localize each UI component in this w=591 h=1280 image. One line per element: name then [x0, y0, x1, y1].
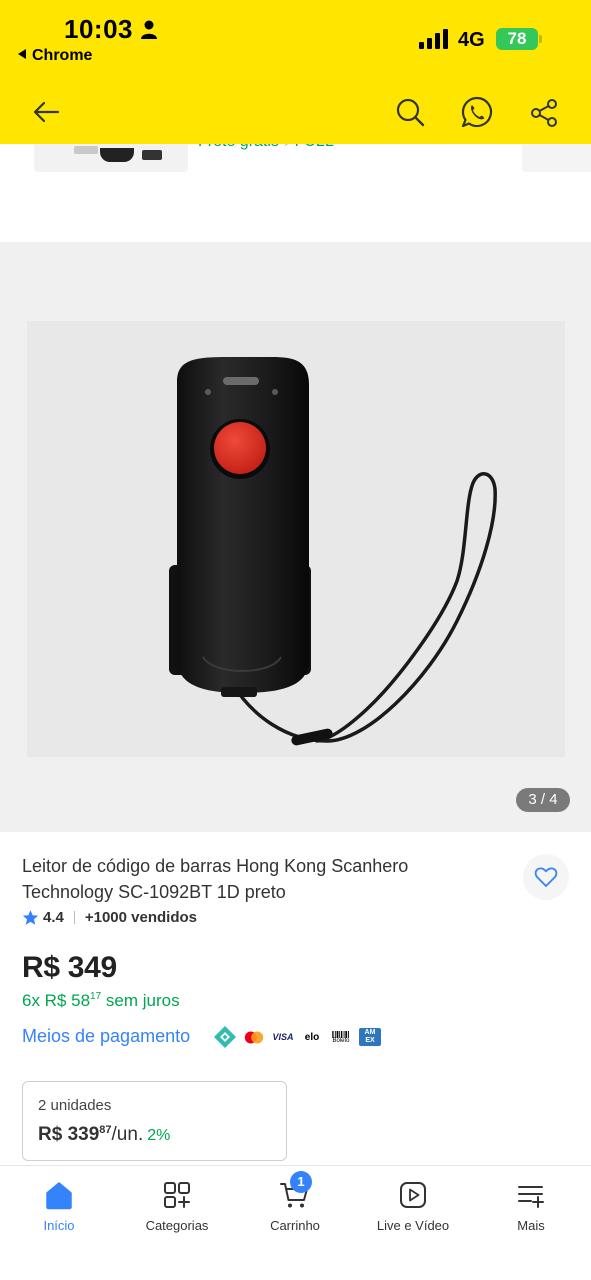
nav-label-categorias: Categorias — [145, 1218, 209, 1233]
boleto-icon: Boleto — [328, 1024, 354, 1050]
elo-label: elo — [304, 1031, 320, 1043]
installments-prefix: 6x R$ 58 — [22, 991, 91, 1010]
installments-suffix: sem juros — [105, 991, 180, 1010]
person-icon — [141, 20, 157, 39]
elo-icon: elo — [299, 1024, 325, 1050]
nav-label-live-video: Live e Vídeo — [376, 1218, 450, 1233]
nav-item-inicio[interactable]: Início — [0, 1166, 118, 1256]
units-price-main: R$ 339 — [38, 1124, 100, 1145]
back-arrow-icon[interactable] — [30, 96, 62, 128]
product-page: 10:03 Chrome 4G 78 3 / 4 Leitor de códig… — [0, 0, 591, 1280]
back-to-app-link[interactable]: Chrome — [18, 47, 92, 65]
nav-label-inicio: Início — [43, 1218, 75, 1233]
top-header: 10:03 Chrome 4G 78 — [0, 0, 591, 144]
image-gallery[interactable]: 3 / 4 — [0, 242, 591, 832]
payment-icons: VISA elo Boleto AM EX — [212, 1024, 386, 1050]
payment-methods-link[interactable]: Meios de pagamento — [22, 1026, 190, 1047]
share-icon[interactable] — [528, 97, 560, 129]
nav-item-categorias[interactable]: Categorias — [118, 1166, 236, 1256]
battery-tip — [539, 35, 542, 43]
amex-box: AM EX — [359, 1028, 381, 1046]
previous-product-thumbnail[interactable] — [34, 144, 188, 172]
product-title: Leitor de código de barras Hong Kong Sca… — [22, 856, 409, 902]
nav-label-carrinho: Carrinho — [270, 1218, 320, 1233]
barcode-scanner-illustration — [27, 321, 565, 757]
rating-row[interactable]: 4.4 +1000 vendidos — [22, 906, 197, 928]
pix-icon — [212, 1024, 238, 1050]
network-type: 4G — [458, 29, 485, 51]
sold-count: +1000 vendidos — [84, 908, 198, 926]
whatsapp-icon[interactable] — [460, 95, 494, 129]
heart-icon — [534, 867, 558, 887]
nav-item-live-video[interactable]: Live e Vídeo — [354, 1166, 472, 1256]
units-label: 2 unidades — [38, 1097, 112, 1114]
signal-icon — [419, 29, 448, 49]
star-icon — [22, 909, 39, 925]
nav-item-mais[interactable]: Mais — [472, 1166, 590, 1256]
back-triangle-icon — [18, 49, 26, 59]
visa-label: VISA — [272, 1032, 294, 1042]
status-time: 10:03 — [64, 14, 133, 44]
favorite-button[interactable] — [523, 854, 569, 900]
visa-icon: VISA — [270, 1024, 296, 1050]
units-price-cents: 87 — [99, 1124, 112, 1136]
battery-level: 78 — [496, 28, 538, 50]
units-discount: 2% — [147, 1127, 171, 1144]
boleto-label: Boleto — [332, 1037, 350, 1044]
menu-plus-icon — [518, 1186, 544, 1208]
bottom-navigation: Início Categorias Carrinho Live e Vídeo … — [0, 1165, 591, 1280]
cart-count-badge: 1 — [290, 1171, 312, 1193]
units-offer-card[interactable]: 2 unidades R$ 33987/un. 2% — [22, 1081, 287, 1161]
mastercard-icon — [241, 1024, 267, 1050]
product-image[interactable] — [27, 321, 565, 757]
search-icon[interactable] — [394, 96, 426, 128]
rating-divider — [73, 910, 75, 924]
nav-label-mais: Mais — [517, 1218, 545, 1233]
units-price-suffix: /un. — [111, 1124, 144, 1145]
play-icon — [400, 1182, 426, 1208]
next-product-thumbnail[interactable] — [522, 144, 591, 172]
home-icon — [46, 1182, 72, 1210]
back-app-label: Chrome — [32, 47, 93, 64]
installments-text: 6x R$ 5817 sem juros — [22, 991, 180, 1011]
categories-icon — [164, 1182, 190, 1208]
image-counter: 3 / 4 — [516, 788, 570, 812]
units-price: R$ 33987/un. 2% — [38, 1124, 170, 1146]
product-price: R$ 349 — [22, 951, 117, 984]
rating-score: 4.4 — [43, 908, 64, 926]
amex-icon: AM EX — [357, 1024, 383, 1050]
installments-cents: 17 — [90, 991, 102, 1002]
